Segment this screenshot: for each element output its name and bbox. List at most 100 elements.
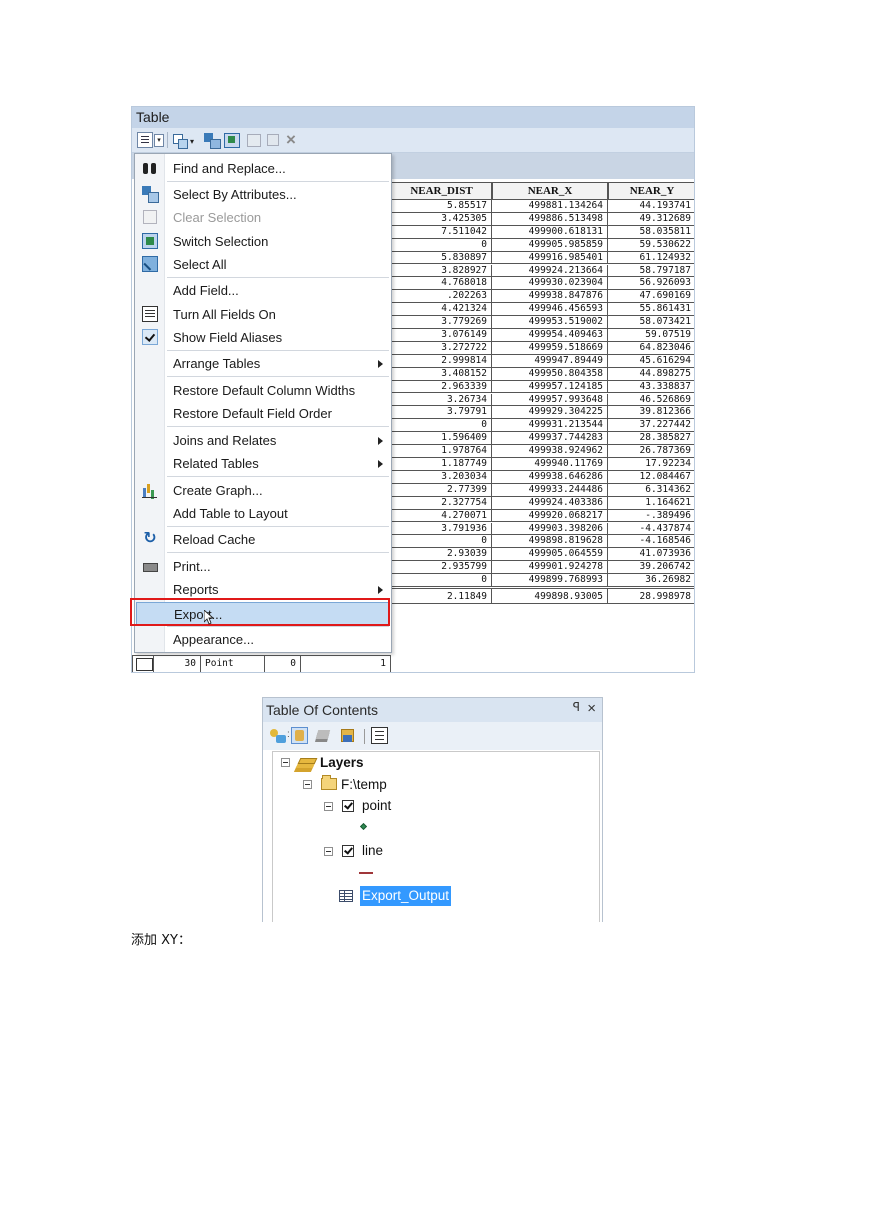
column-header-near-dist[interactable]: NEAR_DIST [391,182,492,200]
cell-near-dist: 2.77399 [391,483,492,497]
table-row[interactable]: 0 499905.985859 59.530622 [391,238,694,252]
printer-icon [142,558,158,574]
table-options-dropdown-arrow[interactable]: ▾ [154,134,164,147]
cell-near-x: 499938.646286 [492,470,608,484]
table-row[interactable]: 3.779269 499953.519002 58.073421 [391,316,694,329]
table-row[interactable]: 0 499899.768993 36.26982 [391,574,694,587]
table-row[interactable]: 0 499931.213544 37.227442 [391,419,694,433]
cell-near-dist: 1.187749 [391,458,492,471]
options-icon[interactable] [371,727,388,744]
table-row[interactable]: 2.963339 499957.124185 43.338837 [391,380,694,394]
switch-selection-icon[interactable] [224,132,240,148]
table-row[interactable]: 3.26734 499957.993648 46.526869 [391,393,694,407]
cell-near-x: 499924.213664 [492,264,608,278]
table-row[interactable]: 5.830897 499916.985401 61.124932 [391,251,694,265]
table-row[interactable]: 7.511042 499900.618131 58.035811 [391,225,694,239]
table-row[interactable]: 3.828927 499924.213664 58.797187 [391,264,694,278]
table-row[interactable]: 3.076149 499954.409463 59.07519 [391,329,694,342]
list-by-visibility-icon[interactable] [315,727,332,744]
table-row[interactable]: 2.77399 499933.244486 6.314362 [391,483,694,497]
pin-icon[interactable]: ꟼ [573,700,580,714]
table-options-icon[interactable] [137,132,153,148]
tree-node-export-output[interactable]: Export_Output [360,886,452,906]
table-row[interactable]: 3.408152 499950.804358 44.898275 [391,367,694,381]
tree-node-layers[interactable]: Layers [320,754,364,772]
menu-item-print[interactable]: Print... [135,555,391,578]
list-by-selection-icon[interactable] [339,727,356,744]
table-row[interactable]: 1.187749 499940.11769 17.92234 [391,458,694,471]
table-row[interactable]: 3.272722 499959.518669 64.823046 [391,341,694,355]
menu-item-label: Joins and Relates [173,433,277,448]
column-header-near-y[interactable]: NEAR_Y [608,182,694,200]
table-row[interactable]: 2.11849 499898.93005 28.998978 [391,587,694,604]
table-row[interactable]: 2.935799 499901.924278 39.206742 [391,561,694,575]
menu-item-add-field[interactable]: Add Field... [135,279,391,302]
select-by-attributes-icon[interactable] [204,132,221,149]
table-row[interactable]: 30 Point 0 1 [132,655,391,672]
cell-near-dist: 0 [391,535,492,549]
cell-near-y: -4.168546 [608,535,694,549]
cell-near-y: 39.206742 [608,561,694,575]
menu-item-arrange-tables[interactable]: Arrange Tables [135,352,391,375]
menu-item-switch-selection[interactable]: Switch Selection [135,230,391,253]
menu-item-restore-field-order[interactable]: Restore Default Field Order [135,402,391,425]
table-row[interactable]: 5.85517 499881.134264 44.193741 [391,200,694,213]
table-row[interactable]: 4.421324 499946.456593 55.861431 [391,303,694,317]
related-tables-icon[interactable] [172,132,188,149]
cell-field-a: 0 [265,656,301,672]
table-row[interactable]: 3.791936 499903.398206 -4.437874 [391,522,694,536]
table-row[interactable]: 0 499898.819628 -4.168546 [391,535,694,549]
menu-item-restore-column-widths[interactable]: Restore Default Column Widths [135,379,391,402]
table-row[interactable]: 3.79791 499929.304225 39.812366 [391,406,694,420]
export-highlight-box [130,598,390,626]
menu-item-turn-all-fields-on[interactable]: Turn All Fields On [135,303,391,326]
cell-near-dist: 2.327754 [391,496,492,510]
row-selector[interactable] [132,656,154,672]
point-layer-visibility-checkbox[interactable] [342,800,354,812]
menu-item-add-table-to-layout[interactable]: Add Table to Layout [135,502,391,525]
list-by-drawing-order-icon[interactable] [270,727,287,744]
cell-near-dist: 3.425305 [391,212,492,226]
table-row[interactable]: 4.270071 499920.068217 -.389496 [391,509,694,523]
cell-near-y: 41.073936 [608,548,694,562]
menu-item-create-graph[interactable]: Create Graph... [135,479,391,502]
cell-near-dist: 0 [391,419,492,433]
table-row[interactable]: 3.203034 499938.646286 12.084467 [391,470,694,484]
table-row[interactable]: 4.768018 499930.023904 56.926093 [391,277,694,291]
close-icon[interactable]: × [587,698,596,720]
table-row[interactable]: 2.93039 499905.064559 41.073936 [391,548,694,562]
menu-item-joins-relates[interactable]: Joins and Relates [135,429,391,452]
menu-item-show-field-aliases[interactable]: Show Field Aliases [135,326,391,349]
line-layer-visibility-checkbox[interactable] [342,845,354,857]
table-row[interactable]: 1.596409 499937.744283 28.385827 [391,432,694,446]
menu-item-select-by-attributes[interactable]: Select By Attributes... [135,183,391,206]
table-row[interactable]: 1.978764 499938.924962 26.787369 [391,445,694,458]
cell-near-dist: 2.999814 [391,354,492,368]
menu-item-appearance[interactable]: Appearance... [135,628,391,651]
tree-node-point[interactable]: point [362,797,391,815]
list-by-source-icon[interactable] [291,727,308,744]
cell-near-x: 499900.618131 [492,225,608,239]
collapse-folder-icon[interactable] [303,780,312,789]
menu-item-find-replace[interactable]: Find and Replace... [135,157,391,180]
tree-node-folder[interactable]: F:\temp [341,776,387,794]
table-row[interactable]: 2.999814 499947.89449 45.616294 [391,354,694,368]
collapse-line-layer-icon[interactable] [324,847,333,856]
related-tables-dropdown-arrow[interactable]: ▾ [190,137,194,146]
tree-node-line[interactable]: line [362,842,383,860]
cell-near-y: 37.227442 [608,419,694,433]
table-row[interactable]: 3.425305 499886.513498 49.312689 [391,212,694,226]
table-row[interactable]: 2.327754 499924.403386 1.164621 [391,496,694,510]
menu-item-select-all[interactable]: Select All [135,253,391,276]
cell-near-dist: 3.828927 [391,264,492,278]
collapse-point-layer-icon[interactable] [324,802,333,811]
graph-icon [142,482,158,498]
collapse-layers-icon[interactable] [281,758,290,767]
column-header-near-x[interactable]: NEAR_X [492,182,608,200]
menu-item-reload-cache[interactable]: ↻ Reload Cache [135,528,391,551]
folder-icon [321,775,337,790]
cell-near-y: 59.530622 [608,239,694,252]
menu-item-related-tables[interactable]: Related Tables [135,452,391,475]
table-row[interactable]: .202263 499938.847876 47.690169 [391,290,694,304]
menu-item-label: Switch Selection [173,234,269,249]
